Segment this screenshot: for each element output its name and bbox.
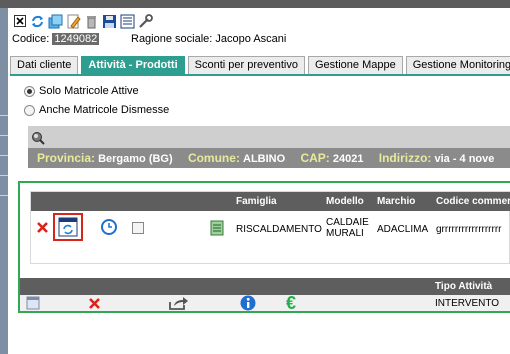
col-famiglia: Famiglia [236,196,277,207]
euro-icon[interactable]: € [282,293,300,313]
new-window-icon[interactable] [48,14,63,29]
save-icon[interactable] [102,14,117,29]
tab-bar: Dati cliente Attività - Prodotti Sconti … [10,56,510,74]
toolbar [12,11,153,31]
provincia-value: Bergamo (BG) [98,153,173,165]
cell-famiglia: RISCALDAMENTO [236,224,322,235]
indirizzo-label: Indirizzo: [378,151,432,165]
close-icon[interactable] [12,14,27,29]
share-icon[interactable] [169,296,189,310]
tab-underline [10,74,510,76]
col-marchio: Marchio [377,196,416,207]
matricola-button[interactable] [53,213,83,241]
tab-attivita-prodotti[interactable]: Attività - Prodotti [81,56,185,74]
row-checkbox[interactable] [132,222,144,234]
code-value: 1249082 [52,33,100,45]
radio-label-solo-attive: Solo Matricole Attive [39,85,139,97]
customer-code: Codice: 1249082 [12,33,100,45]
tab-gestione-monitoring[interactable]: Gestione Monitoring [405,56,510,74]
radio-button-solo-attive[interactable] [24,85,35,97]
left-edge-panel [0,8,8,354]
ragione-value: Jacopo Ascani [215,33,287,45]
tools-icon[interactable] [138,13,153,29]
tab-gestione-mappe[interactable]: Gestione Mappe [307,56,403,74]
window-top-bar [0,0,510,8]
cell-modello-2: MURALI [326,228,364,239]
refresh-icon[interactable] [30,14,45,29]
radio-label-anche-dismesse: Anche Matricole Dismesse [39,104,170,116]
edit-icon[interactable] [66,14,81,29]
delete-activity-icon[interactable] [88,297,100,309]
tab-dati-cliente[interactable]: Dati cliente [10,56,79,74]
code-label: Codice: [12,33,50,45]
delete-icon[interactable] [84,14,99,29]
document-icon[interactable] [210,220,224,236]
business-name: Ragione sociale: Jacopo Ascani [131,33,286,45]
info-icon[interactable] [240,295,256,311]
cap-label: CAP: [300,151,330,165]
col-tipo-attivita: Tipo Attività [435,281,493,292]
list-icon[interactable] [120,14,135,29]
products-table-header: Famiglia Modello Marchio Codice commerci [31,192,510,211]
calendar-icon[interactable] [26,296,40,310]
cell-tipo-attivita: INTERVENTO [435,298,500,309]
radio-solo-attive[interactable]: Solo Matricole Attive [24,85,139,97]
indirizzo-value: via - 4 nove [434,153,495,165]
search-icon[interactable] [30,130,46,146]
comune-value: ALBINO [243,153,286,165]
clock-icon[interactable] [101,219,117,235]
col-codice: Codice commerci [436,196,510,207]
ragione-label: Ragione sociale: [131,33,213,45]
provincia-label: Provincia: [37,151,96,165]
activity-table-header: Tipo Attività [20,278,510,295]
cell-modello-1: CALDAIE [326,217,369,228]
delete-row-icon[interactable] [36,221,48,233]
address-bar: Provincia: Bergamo (BG) Comune: ALBINO C… [28,148,510,168]
products-table: Famiglia Modello Marchio Codice commerci… [30,191,510,264]
radio-anche-dismesse[interactable]: Anche Matricole Dismesse [24,104,169,116]
comune-label: Comune: [187,151,240,165]
table-row: € INTERVENTO [20,293,510,313]
cell-marchio: ADACLIMA [377,224,429,235]
col-modello: Modello [326,196,364,207]
calendar-refresh-icon [58,217,78,237]
tab-sconti-preventivo[interactable]: Sconti per preventivo [187,56,305,74]
cell-codice: grrrrrrrrrrrrrrrrrr [436,224,502,235]
radio-button-anche-dismesse[interactable] [24,104,35,116]
cap-value: 24021 [332,153,364,165]
